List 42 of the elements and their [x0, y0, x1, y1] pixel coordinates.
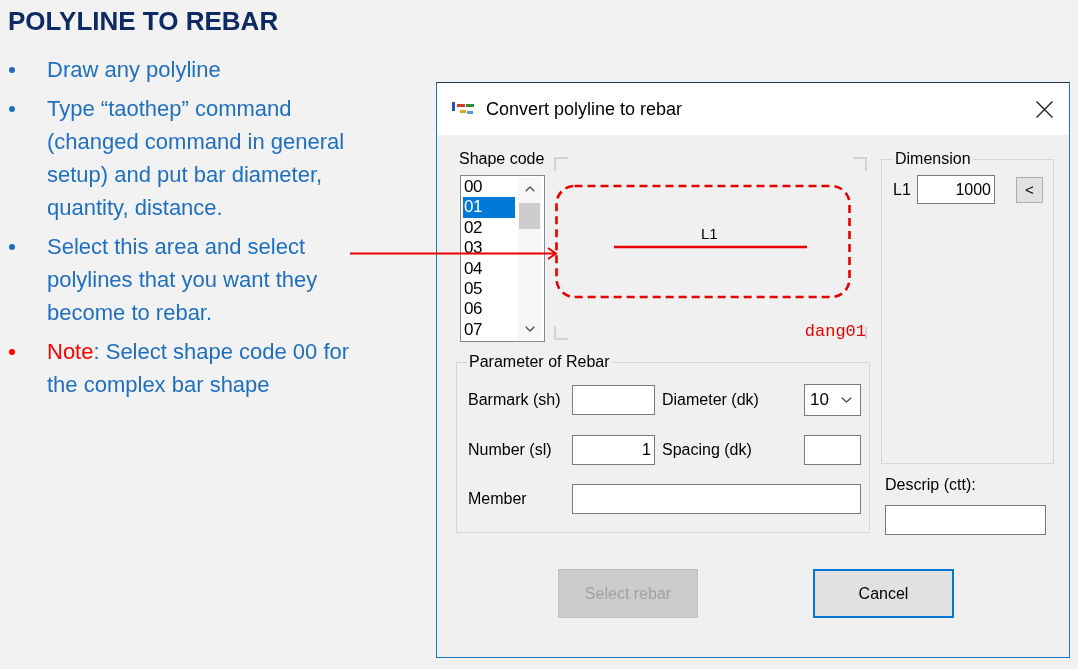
field-label: Diameter (dk)	[661, 391, 760, 409]
shape-code-option[interactable]: 06	[463, 299, 515, 320]
shape-code-option[interactable]: 03	[463, 238, 515, 259]
text-input[interactable]	[804, 435, 861, 465]
group-title: Dimension	[894, 150, 972, 168]
scrollbar-thumb[interactable]	[519, 203, 540, 229]
group-title: Parameter of Rebar	[468, 353, 611, 371]
dialog-title: Convert polyline to rebar	[486, 98, 683, 120]
shape-code-option[interactable]: 02	[463, 217, 515, 239]
chevron-down-icon[interactable]	[524, 325, 535, 332]
pick-button[interactable]: <	[1016, 176, 1043, 203]
text-input[interactable]	[572, 484, 861, 514]
shape-name-label: dang01	[804, 322, 866, 342]
close-icon	[1035, 100, 1053, 118]
field-label: Number (sl)	[467, 441, 553, 459]
field-label: Descrip (ctt):	[885, 476, 977, 494]
shape-code-option[interactable]: 04	[463, 258, 515, 279]
field-label: Spacing (dk)	[661, 441, 753, 459]
chevron-down-icon	[841, 397, 852, 403]
dimension-label: L1	[701, 225, 718, 242]
field-label: Member	[467, 490, 528, 508]
shape-code-label: Shape code	[459, 150, 546, 168]
chevron-up-icon[interactable]	[524, 185, 535, 192]
scrollbar[interactable]	[518, 177, 541, 340]
shape-code-option[interactable]: 05	[463, 278, 515, 300]
field-label: Barmark (sh)	[467, 391, 562, 409]
shape-code-list[interactable]: 00 01 02 03 04 05 06 07	[460, 175, 545, 342]
shape-code-option[interactable]: 01	[463, 197, 515, 218]
description-input[interactable]	[885, 505, 1046, 535]
field-label: L1	[893, 180, 912, 199]
bullet-text: Select this area and select polylines that you want they become to rebar.	[47, 233, 319, 327]
shape-code-option[interactable]: 07	[463, 319, 515, 341]
dialog-button[interactable]: Cancel	[813, 569, 954, 618]
diameter-dropdown[interactable]: 10	[804, 384, 861, 416]
dimension-input[interactable]: 1000	[917, 175, 995, 204]
bullet-text: Draw any polyline	[47, 56, 222, 84]
bullet-text: Type “taothep” command (changed command in general setup) and put bar diameter, quantity, distance.	[47, 95, 346, 222]
number-input[interactable]: 1	[572, 435, 655, 465]
shape-code-option[interactable]: 00	[463, 177, 515, 198]
slide-title: POLYLINE TO REBAR	[8, 6, 280, 36]
bullet-text: Note: Select shape code 00 for the complex bar shape	[47, 338, 351, 399]
text-input[interactable]	[572, 385, 655, 415]
